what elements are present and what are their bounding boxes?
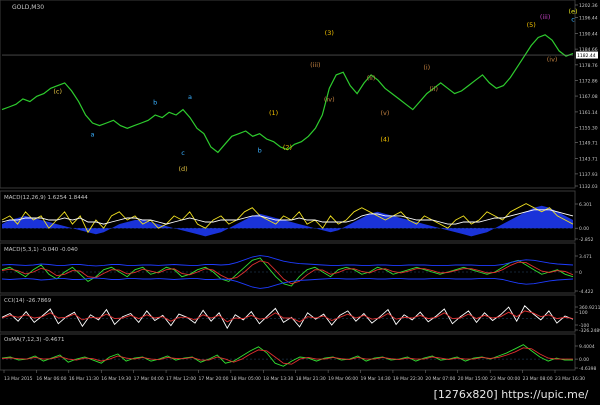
osma-ytick-label: 0.00 (579, 357, 589, 363)
price-ytick-label: 1167.08 (579, 94, 598, 100)
wave-label: (iv) (547, 56, 558, 64)
macd2-ytick-label: 0 (579, 270, 582, 276)
wave-label: (iii) (310, 61, 321, 69)
macd1-ytick-label: -2.852 (579, 237, 594, 243)
wave-label: b (258, 146, 262, 154)
current-price-label: 1182.44 (577, 53, 596, 59)
price-ytick-label: 1190.44 (579, 32, 598, 38)
macd1-title: MACD(12,26,9) 1.6254 1.8444 (4, 195, 88, 201)
time-tick-label: 23 Mar 08:00 (523, 376, 553, 382)
price-ytick-label: 1149.71 (579, 140, 598, 146)
osma-title: OsMA(7,12,3) -0.4671 (4, 337, 64, 343)
time-tick-label: 20 Mar 07:00 (425, 376, 455, 382)
wave-label: (ii) (367, 74, 376, 82)
time-tick-label: 17 Mar 04:00 (134, 376, 164, 382)
macd2-title: MACD(5,3,1) -0.040 -0.040 (4, 247, 78, 253)
price-ytick-label: 1143.71 (579, 156, 598, 162)
watermark: [1276x820] https://upic.me/ (422, 385, 600, 405)
time-tick-label: 19 Mar 22:30 (393, 376, 423, 382)
cci-ytick-label: 100 (579, 310, 588, 316)
time-tick-label: 16 Mar 06:00 (36, 376, 66, 382)
trading-chart[interactable]: 1202.361196.441190.441184.661178.761172.… (0, 0, 600, 405)
wave-label: a (91, 130, 95, 138)
price-ytick-label: 1137.93 (579, 172, 598, 178)
time-tick-label: 13 Mar 2015 (4, 376, 33, 382)
cci-title: CCI(14) -26.7869 (4, 298, 52, 304)
wave-label: (iv) (324, 96, 335, 104)
time-tick-label: 20 Mar 15:00 (458, 376, 488, 382)
time-tick-label: 23 Mar 16:30 (555, 376, 585, 382)
macd2-ytick-label: -4.422 (579, 289, 594, 295)
macd1-ytick-label: 6.301 (579, 202, 592, 208)
time-tick-label: 18 Mar 13:30 (263, 376, 293, 382)
macd1-ytick-label: 0.00 (579, 226, 589, 232)
wave-label: (v) (381, 109, 390, 117)
wave-label: a (188, 93, 192, 101)
wave-label: (ii) (429, 85, 438, 93)
time-tick-label: 19 Mar 14:30 (361, 376, 391, 382)
time-tick-label: 17 Mar 12:00 (166, 376, 196, 382)
time-tick-label: 16 Mar 19:30 (101, 376, 131, 382)
price-ytick-label: 1196.44 (579, 16, 598, 22)
wave-label: (3) (325, 29, 334, 37)
chart-background (0, 0, 600, 405)
wave-label: (1) (269, 109, 278, 117)
time-tick-label: 16 Mar 11:30 (69, 376, 99, 382)
cci-ytick-label: -326.2489 (579, 328, 600, 334)
wave-label: (d) (178, 165, 187, 173)
time-tick-label: 18 Mar 21:30 (296, 376, 326, 382)
wave-label: b (153, 98, 157, 106)
symbol-title: GOLD,M30 (12, 4, 44, 11)
wave-label: c (571, 15, 575, 23)
time-tick-label: 23 Mar 00:00 (490, 376, 520, 382)
price-ytick-label: 1178.76 (579, 63, 598, 69)
wave-label: (e) (568, 7, 577, 15)
wave-label: (i) (423, 64, 430, 72)
time-tick-label: 17 Mar 20:00 (198, 376, 228, 382)
price-ytick-label: 1161.14 (579, 110, 598, 116)
price-ytick-label: 1202.36 (579, 3, 598, 9)
time-tick-label: 19 Mar 06:00 (328, 376, 358, 382)
macd2-ytick-label: 3.471 (579, 254, 592, 260)
time-tick-label: 18 Mar 05:00 (231, 376, 261, 382)
wave-label: (c) (53, 88, 62, 96)
price-ytick-label: 1172.86 (579, 79, 598, 85)
wave-label: (5) (527, 21, 536, 29)
wave-label: c (181, 149, 185, 157)
wave-label: (4) (380, 136, 389, 144)
wave-label: (2) (283, 144, 292, 152)
osma-ytick-label: -4.6398 (579, 366, 597, 372)
wave-label: (iii) (540, 13, 551, 21)
osma-ytick-label: 9.4004 (579, 344, 595, 350)
price-ytick-label: 1155.30 (579, 126, 598, 132)
cci-ytick-label: 360.9211 (579, 305, 600, 311)
price-ytick-label: 1132.03 (579, 184, 598, 190)
